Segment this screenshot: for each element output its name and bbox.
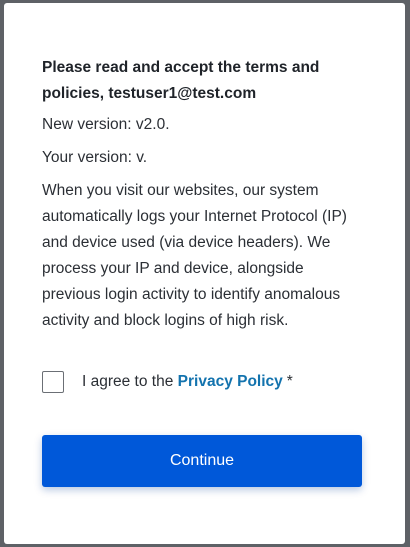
continue-button[interactable]: Continue <box>42 435 362 487</box>
agree-checkbox[interactable] <box>42 371 64 393</box>
your-version-text: Your version: v. <box>42 149 148 166</box>
required-marker: * <box>286 373 293 390</box>
privacy-policy-link[interactable]: Privacy Policy <box>178 373 283 390</box>
agree-row: I agree to the Privacy Policy * <box>42 369 293 395</box>
terms-content: Please read and accept the terms and pol… <box>42 55 364 334</box>
new-version-text: New version: v2.0. <box>42 116 170 133</box>
terms-heading: Please read and accept the terms and pol… <box>42 59 320 102</box>
agree-label-prefix: I agree to the <box>82 373 174 390</box>
privacy-description: When you visit our websites, our system … <box>42 182 347 329</box>
agree-label: I agree to the Privacy Policy * <box>82 373 293 391</box>
